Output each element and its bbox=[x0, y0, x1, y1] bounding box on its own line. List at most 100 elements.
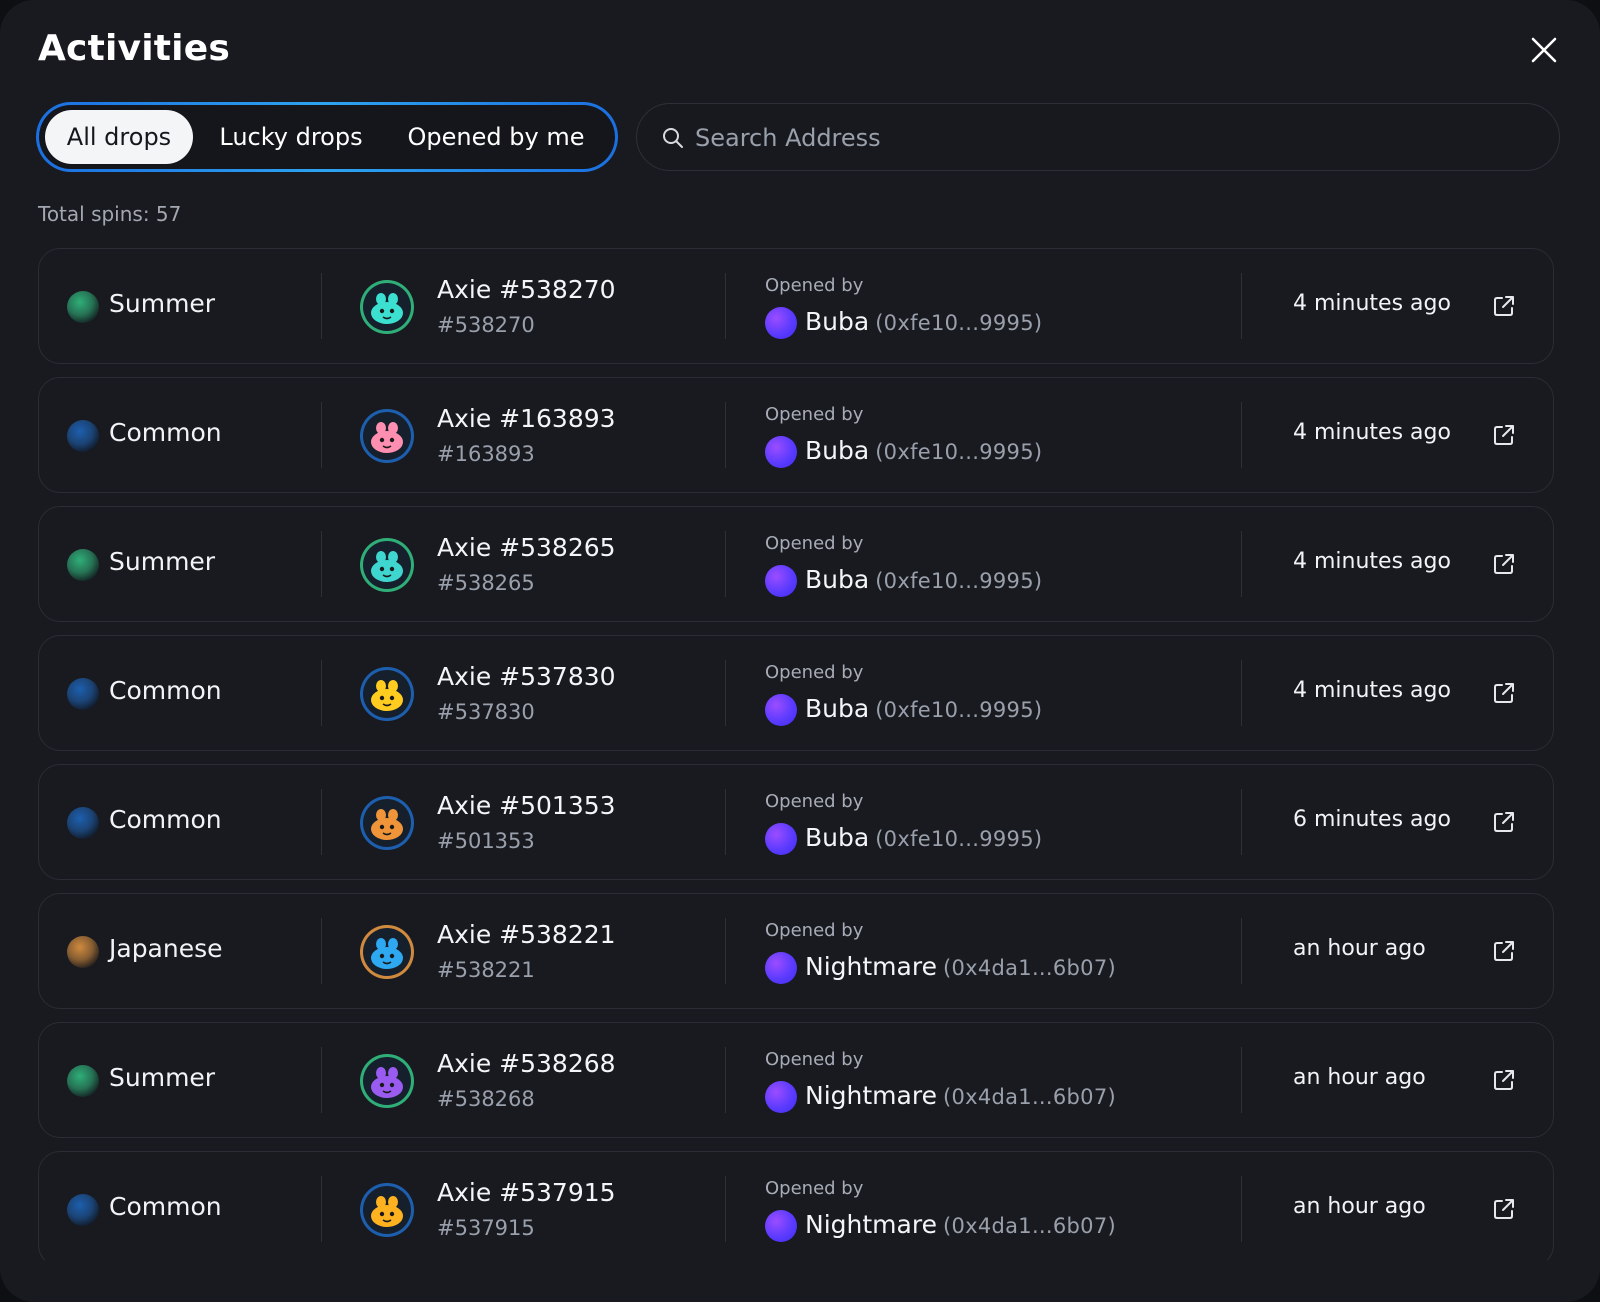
opened-by-label: Opened by bbox=[765, 662, 864, 683]
tier-orb-icon bbox=[67, 1194, 99, 1226]
axie-id: #538265 bbox=[437, 571, 535, 595]
external-link-icon[interactable] bbox=[1491, 809, 1517, 835]
divider bbox=[1241, 789, 1242, 855]
search-box bbox=[636, 103, 1560, 171]
external-link-icon[interactable] bbox=[1491, 1196, 1517, 1222]
tier-orb-icon bbox=[67, 1065, 99, 1097]
opener-address: (0xfe10...9995) bbox=[875, 440, 1043, 464]
external-link-icon[interactable] bbox=[1491, 422, 1517, 448]
external-link-icon[interactable] bbox=[1491, 293, 1517, 319]
search-input[interactable] bbox=[693, 104, 1517, 171]
axie-id: #537830 bbox=[437, 700, 535, 724]
divider bbox=[1241, 1176, 1242, 1242]
opener[interactable]: Buba (0xfe10...9995) bbox=[805, 823, 1042, 852]
axie-avatar-icon bbox=[360, 1054, 414, 1108]
axie-name[interactable]: Axie #537830 bbox=[437, 662, 616, 691]
opener-address: (0x4da1...6b07) bbox=[942, 1214, 1116, 1238]
user-avatar bbox=[765, 823, 797, 855]
axie-name[interactable]: Axie #538265 bbox=[437, 533, 616, 562]
divider bbox=[321, 789, 322, 855]
opener[interactable]: Buba (0xfe10...9995) bbox=[805, 307, 1042, 336]
opener[interactable]: Buba (0xfe10...9995) bbox=[805, 565, 1042, 594]
timestamp: an hour ago bbox=[1293, 1194, 1426, 1219]
opened-by-label: Opened by bbox=[765, 404, 864, 425]
tier-orb-icon bbox=[67, 420, 99, 452]
axie-avatar-icon bbox=[360, 409, 414, 463]
axie-avatar-icon bbox=[360, 667, 414, 721]
divider bbox=[725, 531, 726, 597]
axie-id: #537915 bbox=[437, 1216, 535, 1240]
opener[interactable]: Nightmare (0x4da1...6b07) bbox=[805, 1081, 1116, 1110]
tab-opened-by-me[interactable]: Opened by me bbox=[391, 110, 601, 164]
user-avatar bbox=[765, 694, 797, 726]
external-link-icon[interactable] bbox=[1491, 938, 1517, 964]
divider bbox=[321, 273, 322, 339]
activity-row[interactable]: Japanese Axie #538221 #538221 Opened by … bbox=[38, 893, 1554, 1009]
tier-label: Summer bbox=[109, 547, 216, 576]
user-avatar bbox=[765, 436, 797, 468]
axie-name[interactable]: Axie #538221 bbox=[437, 920, 616, 949]
tier-label: Common bbox=[109, 418, 222, 447]
tier-orb-icon bbox=[67, 678, 99, 710]
divider bbox=[1241, 531, 1242, 597]
tab-all-drops[interactable]: All drops bbox=[45, 110, 193, 164]
activity-row[interactable]: Summer Axie #538265 #538265 Opened by Bu… bbox=[38, 506, 1554, 622]
axie-avatar-icon bbox=[360, 796, 414, 850]
opener-name[interactable]: Nightmare bbox=[805, 952, 937, 981]
axie-id: #538270 bbox=[437, 313, 535, 337]
opened-by-label: Opened by bbox=[765, 1049, 864, 1070]
opener-name[interactable]: Buba bbox=[805, 694, 869, 723]
opener-name[interactable]: Buba bbox=[805, 823, 869, 852]
timestamp: 4 minutes ago bbox=[1293, 678, 1451, 703]
opener[interactable]: Nightmare (0x4da1...6b07) bbox=[805, 1210, 1116, 1239]
opener-name[interactable]: Buba bbox=[805, 307, 869, 336]
opener-address: (0xfe10...9995) bbox=[875, 827, 1043, 851]
tier-orb-icon bbox=[67, 549, 99, 581]
user-avatar bbox=[765, 307, 797, 339]
opened-by-label: Opened by bbox=[765, 920, 864, 941]
divider bbox=[725, 918, 726, 984]
axie-name[interactable]: Axie #163893 bbox=[437, 404, 616, 433]
activity-row[interactable]: Common Axie #537830 #537830 Opened by Bu… bbox=[38, 635, 1554, 751]
timestamp: an hour ago bbox=[1293, 1065, 1426, 1090]
divider bbox=[725, 1047, 726, 1113]
opener[interactable]: Buba (0xfe10...9995) bbox=[805, 694, 1042, 723]
tier-label: Summer bbox=[109, 1063, 216, 1092]
opened-by-label: Opened by bbox=[765, 533, 864, 554]
activity-row[interactable]: Common Axie #501353 #501353 Opened by Bu… bbox=[38, 764, 1554, 880]
activity-row[interactable]: Summer Axie #538270 #538270 Opened by Bu… bbox=[38, 248, 1554, 364]
axie-name[interactable]: Axie #538270 bbox=[437, 275, 616, 304]
axie-avatar-icon bbox=[360, 280, 414, 334]
divider bbox=[1241, 660, 1242, 726]
page-title: Activities bbox=[38, 28, 230, 69]
divider bbox=[1241, 402, 1242, 468]
user-avatar bbox=[765, 565, 797, 597]
axie-id: #501353 bbox=[437, 829, 535, 853]
opener-name[interactable]: Buba bbox=[805, 565, 869, 594]
opener[interactable]: Buba (0xfe10...9995) bbox=[805, 436, 1042, 465]
axie-name[interactable]: Axie #538268 bbox=[437, 1049, 616, 1078]
opener-name[interactable]: Nightmare bbox=[805, 1081, 937, 1110]
filter-tabs: All drops Lucky drops Opened by me bbox=[36, 102, 618, 172]
opener-address: (0xfe10...9995) bbox=[875, 311, 1043, 335]
opener-name[interactable]: Buba bbox=[805, 436, 869, 465]
external-link-icon[interactable] bbox=[1491, 680, 1517, 706]
axie-name[interactable]: Axie #501353 bbox=[437, 791, 616, 820]
axie-id: #163893 bbox=[437, 442, 535, 466]
activity-row[interactable]: Common Axie #163893 #163893 Opened by Bu… bbox=[38, 377, 1554, 493]
divider bbox=[1241, 918, 1242, 984]
tab-lucky-drops[interactable]: Lucky drops bbox=[203, 110, 379, 164]
axie-name[interactable]: Axie #537915 bbox=[437, 1178, 616, 1207]
activity-row[interactable]: Common Axie #537915 #537915 Opened by Ni… bbox=[38, 1151, 1554, 1260]
external-link-icon[interactable] bbox=[1491, 551, 1517, 577]
opener-name[interactable]: Nightmare bbox=[805, 1210, 937, 1239]
user-avatar bbox=[765, 952, 797, 984]
opener-address: (0x4da1...6b07) bbox=[942, 1085, 1116, 1109]
external-link-icon[interactable] bbox=[1491, 1067, 1517, 1093]
activity-row[interactable]: Summer Axie #538268 #538268 Opened by Ni… bbox=[38, 1022, 1554, 1138]
close-icon[interactable] bbox=[1526, 32, 1562, 68]
opener[interactable]: Nightmare (0x4da1...6b07) bbox=[805, 952, 1116, 981]
timestamp: 4 minutes ago bbox=[1293, 549, 1451, 574]
activity-list[interactable]: Summer Axie #538270 #538270 Opened by Bu… bbox=[38, 248, 1556, 1260]
tier-orb-icon bbox=[67, 807, 99, 839]
